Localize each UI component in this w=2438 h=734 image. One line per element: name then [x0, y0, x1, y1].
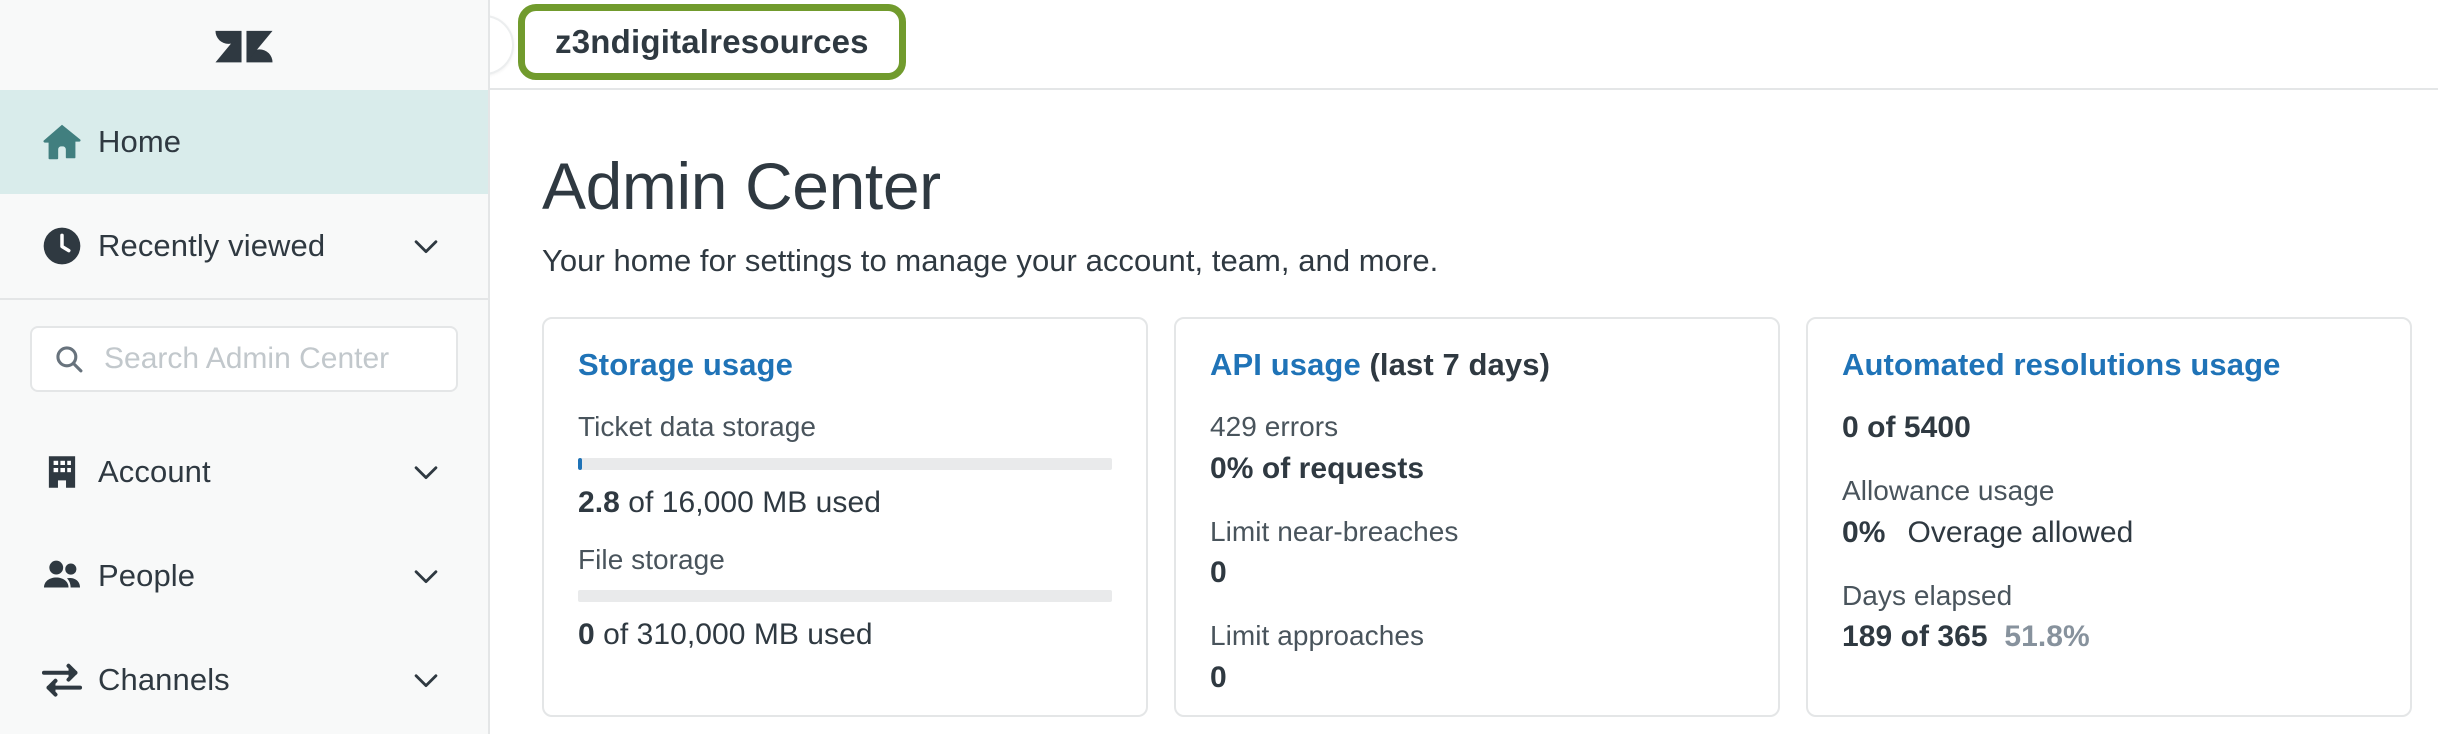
storage-usage-link[interactable]: Storage usage	[578, 347, 793, 382]
sidebar-item-channels[interactable]: Channels	[0, 628, 488, 732]
clock-icon	[26, 224, 98, 268]
topbar: z3ndigitalresources	[490, 0, 2438, 90]
ticket-data-storage-progressbar	[578, 457, 1112, 470]
api-errors-value: 0% of requests	[1210, 448, 1744, 490]
sidebar-item-label: People	[98, 558, 196, 593]
page-content: Admin Center Your home for settings to m…	[490, 90, 2438, 718]
sidebar-item-home[interactable]: Home	[0, 90, 488, 194]
file-storage-used: 0	[578, 618, 595, 652]
api-usage-link[interactable]: API usage	[1210, 347, 1361, 382]
api-approaches-value: 0	[1210, 657, 1744, 699]
days-elapsed-value: 189 of 365 51.8%	[1842, 616, 2376, 658]
allowance-usage-label: Allowance usage	[1842, 475, 2055, 507]
file-storage-progressbar	[578, 590, 1112, 603]
api-near-breaches-label: Limit near-breaches	[1210, 515, 1459, 547]
chevron-down-icon[interactable]	[404, 663, 448, 697]
sidebar-item-recently-viewed[interactable]: Recently viewed	[0, 194, 488, 298]
chevron-left-icon	[490, 28, 499, 63]
file-storage-block: File storage 0 of 310,000 MB used	[578, 540, 1112, 657]
ticket-data-storage-progress-fill	[578, 457, 583, 470]
zendesk-logo-icon	[213, 14, 275, 76]
search-box[interactable]	[30, 326, 458, 392]
sidebar-item-people[interactable]: People	[0, 524, 488, 628]
api-card-header: API usage (last 7 days)	[1210, 347, 1744, 383]
sidebar-item-label: Recently viewed	[98, 228, 326, 263]
page-subtitle: Your home for settings to manage your ac…	[542, 243, 1439, 279]
days-elapsed-block: Days elapsed 189 of 365 51.8%	[1842, 576, 2376, 659]
sidebar-collapse-button[interactable]	[490, 15, 514, 75]
automated-card-header: Automated resolutions usage	[1842, 347, 2376, 383]
api-usage-period: (last 7 days)	[1360, 347, 1550, 383]
channels-icon	[26, 657, 98, 703]
automated-resolutions-card: Automated resolutions usage 0 of 5400 Al…	[1806, 317, 2412, 718]
automated-total-value: 0 of 5400	[1842, 407, 2376, 449]
api-card-body: 429 errors 0% of requests Limit near-bre…	[1210, 407, 1744, 699]
home-icon	[26, 119, 98, 165]
api-near-breaches-value: 0	[1210, 552, 1744, 594]
file-storage-label: File storage	[578, 543, 725, 575]
building-icon	[26, 451, 98, 493]
overage-allowed-note: Overage allowed	[1907, 515, 2134, 549]
sidebar-item-account[interactable]: Account	[0, 420, 488, 524]
chevron-down-icon[interactable]	[404, 559, 448, 593]
api-approaches-block: Limit approaches 0	[1210, 616, 1744, 699]
sidebar-item-label: Channels	[98, 662, 230, 697]
api-near-breaches-block: Limit near-breaches 0	[1210, 512, 1744, 595]
allowance-usage-percent: 0%	[1842, 515, 1886, 549]
search-input[interactable]	[104, 342, 436, 376]
sidebar-item-label: Home	[98, 124, 182, 159]
page-title: Admin Center	[542, 149, 941, 223]
allowance-usage-value: 0% Overage allowed	[1842, 512, 2376, 554]
people-icon	[26, 553, 98, 599]
storage-card-body: Ticket data storage 2.8 of 16,000 MB use…	[578, 407, 1112, 656]
automated-resolutions-link[interactable]: Automated resolutions usage	[1842, 347, 2281, 382]
api-usage-card: API usage (last 7 days) 429 errors 0% of…	[1174, 317, 1780, 718]
automated-card-body: 0 of 5400 Allowance usage 0% Overage allo…	[1842, 407, 2376, 658]
days-elapsed-percent: 51.8%	[2004, 620, 2090, 654]
file-storage-value: 0 of 310,000 MB used	[578, 614, 1112, 656]
ticket-data-storage-label: Ticket data storage	[578, 411, 817, 443]
storage-card-header: Storage usage	[578, 347, 1112, 383]
chevron-down-icon[interactable]	[404, 229, 448, 263]
api-approaches-label: Limit approaches	[1210, 620, 1425, 652]
api-near-breaches-count: 0	[1210, 556, 1227, 590]
account-name: z3ndigitalresources	[555, 23, 869, 60]
search-icon	[52, 342, 86, 376]
api-approaches-count: 0	[1210, 661, 1227, 695]
account-name-highlight[interactable]: z3ndigitalresources	[518, 4, 906, 80]
automated-total-count: 0 of 5400	[1842, 411, 1971, 445]
admin-center-app: Home Recently viewed Search Admin Center…	[0, 0, 2438, 734]
api-errors-label: 429 errors	[1210, 411, 1339, 443]
usage-cards: Storage usage Ticket data storage 2.8 of…	[542, 317, 2438, 718]
sidebar-item-label: Account	[98, 454, 211, 489]
days-elapsed-label: Days elapsed	[1842, 579, 2013, 611]
search-container	[0, 300, 488, 420]
api-errors-block: 429 errors 0% of requests	[1210, 407, 1744, 490]
automated-total-block: 0 of 5400	[1842, 407, 2376, 449]
api-errors-percent: 0% of requests	[1210, 451, 1425, 485]
storage-usage-card: Storage usage Ticket data storage 2.8 of…	[542, 317, 1148, 718]
file-storage-total: of 310,000 MB used	[594, 618, 873, 652]
ticket-data-storage-block: Ticket data storage 2.8 of 16,000 MB use…	[578, 407, 1112, 524]
ticket-storage-used: 2.8	[578, 485, 620, 519]
ticket-storage-total: of 16,000 MB used	[619, 485, 881, 519]
days-elapsed-count: 189 of 365	[1842, 620, 1988, 654]
allowance-usage-block: Allowance usage 0% Overage allowed	[1842, 471, 2376, 554]
sidebar: Home Recently viewed Search Admin Center…	[0, 0, 490, 734]
chevron-down-icon[interactable]	[404, 455, 448, 489]
zendesk-brand[interactable]	[0, 0, 488, 90]
ticket-data-storage-value: 2.8 of 16,000 MB used	[578, 482, 1112, 524]
main-content: z3ndigitalresources Admin Center Your ho…	[490, 0, 2438, 734]
